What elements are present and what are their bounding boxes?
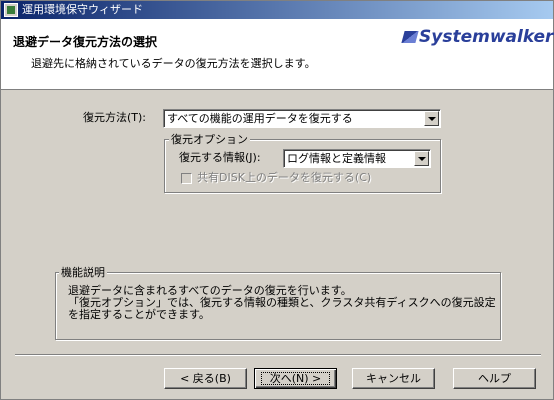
page-subtitle: 退避先に格納されているデータの復元方法を選択します。 xyxy=(31,57,316,70)
restore-method-label: 復元方法(T): xyxy=(83,111,147,124)
description-legend: 機能説明 xyxy=(59,266,107,279)
focus-rect xyxy=(261,372,330,385)
app-icon xyxy=(4,3,18,17)
logo-mark-icon xyxy=(401,31,419,43)
systemwalker-logo: Systemwalker xyxy=(401,27,553,47)
wizard-window: 運用環境保守ウィザード 退避データ復元方法の選択 退避先に格納されているデータの… xyxy=(0,0,554,400)
button-separator xyxy=(15,354,541,356)
restore-info-label: 復元する情報(J): xyxy=(179,151,261,164)
shared-disk-label: 共有DISK上のデータを復元する(C) xyxy=(197,171,372,184)
title-bar[interactable]: 運用環境保守ウィザード xyxy=(1,1,553,19)
wizard-header: 退避データ復元方法の選択 退避先に格納されているデータの復元方法を選択します。 … xyxy=(1,19,553,90)
shared-disk-checkbox[interactable] xyxy=(181,173,192,184)
window-title: 運用環境保守ウィザード xyxy=(22,3,143,16)
description-line-3: を指定することができます。 xyxy=(68,308,210,321)
restore-options-legend: 復元オプション xyxy=(169,133,250,146)
back-button[interactable]: < 戻る(B) xyxy=(164,368,247,389)
restore-method-value: すべての機能の運用データを復元する xyxy=(167,112,353,125)
cancel-button[interactable]: キャンセル xyxy=(352,368,435,389)
restore-info-value: ログ情報と定義情報 xyxy=(287,152,386,165)
help-button[interactable]: ヘルプ xyxy=(453,368,536,389)
chevron-down-icon[interactable] xyxy=(414,151,429,166)
page-title: 退避データ復元方法の選択 xyxy=(13,35,158,49)
restore-method-select[interactable]: すべての機能の運用データを復元する xyxy=(163,109,441,128)
chevron-down-icon[interactable] xyxy=(424,111,439,126)
next-button[interactable]: 次へ(N) > xyxy=(254,368,337,389)
restore-info-select[interactable]: ログ情報と定義情報 xyxy=(283,149,431,168)
